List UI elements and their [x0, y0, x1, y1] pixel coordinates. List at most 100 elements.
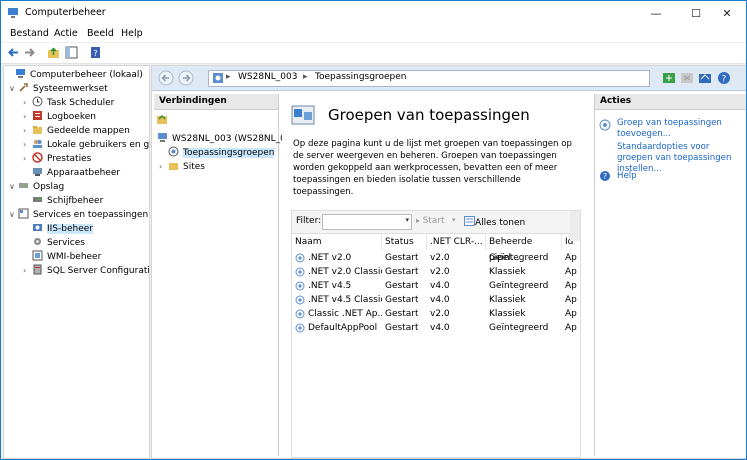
table-row[interactable]: .NET v2.0 Gestart v2.0 Geïntegreerd Ap — [292, 251, 580, 265]
back-arrow-icon[interactable] — [7, 46, 20, 59]
server-icon — [213, 73, 223, 83]
tree-node-gedeelde-mappen[interactable]: › Gedeelde mappen — [23, 124, 130, 137]
column-header-clr[interactable]: .NET CLR-... — [427, 234, 486, 250]
event-log-icon — [33, 111, 42, 120]
new-connection-icon[interactable] — [156, 113, 168, 125]
table-row[interactable]: Classic .NET Ap... Gestart v2.0 Klassiek Ap — [292, 307, 580, 321]
column-header-naam[interactable]: Naam — [292, 234, 382, 250]
crumb-separator-icon: ▸ — [226, 72, 231, 82]
breadcrumb-server[interactable]: WS28NL_003 — [238, 72, 298, 82]
home-icon[interactable] — [698, 71, 712, 85]
window-title: Computerbeheer — [25, 7, 106, 18]
help-book-icon[interactable]: ? — [89, 46, 102, 59]
app-pool-icon — [295, 281, 305, 291]
app-pools-grid: Filter: ▾ ▸ Start ▾ Alles tonen Naam Sta… — [291, 210, 581, 458]
toolbar: ? — [1, 43, 746, 64]
show-all-button[interactable]: Alles tonen — [464, 216, 525, 228]
forward-arrow-icon[interactable] — [23, 46, 36, 59]
connection-sites-node[interactable]: › Sites — [159, 160, 205, 173]
app-pool-icon — [295, 323, 305, 333]
filter-input[interactable]: ▾ — [322, 214, 412, 230]
tree-node-services-en-toepassingen[interactable]: ∨ Services en toepassingen — [9, 208, 148, 221]
app-pool-icon — [295, 267, 305, 277]
connection-app-pools-node[interactable]: Toepassingsgroepen — [168, 146, 275, 159]
app-pools-icon — [168, 146, 179, 157]
filter-bar: Filter: ▾ ▸ Start ▾ Alles tonen — [292, 211, 580, 234]
column-header-status[interactable]: Status — [382, 234, 427, 250]
tree-node-iis-beheer[interactable]: IIS-beheer — [23, 222, 93, 235]
app-pools-large-icon — [291, 105, 315, 125]
column-header-pipeline[interactable]: Beheerde pipel... — [486, 234, 562, 263]
help-circle-icon: ? — [600, 171, 610, 181]
shared-folder-icon — [33, 126, 42, 134]
tree-node-systeemwerkset[interactable]: ∨ Systeemwerkset — [9, 82, 108, 95]
back-nav-icon[interactable] — [158, 70, 174, 86]
expand-icon[interactable]: › — [159, 160, 168, 173]
start-button[interactable]: ▸ Start — [416, 216, 445, 226]
address-bar: ▸ WS28NL_003 ▸ Toepassingsgroepen ? — [152, 66, 746, 91]
breadcrumb-app-pools[interactable]: Toepassingsgroepen — [315, 72, 406, 82]
gear-icon — [34, 238, 41, 245]
chevron-down-icon[interactable]: ▾ — [405, 216, 409, 224]
up-folder-icon[interactable] — [47, 46, 60, 59]
app-pools-content: Groepen van toepassingen Op deze pagina … — [282, 94, 588, 458]
app-pool-icon — [295, 295, 305, 305]
tree-node-prestaties[interactable]: › Prestaties — [23, 152, 91, 165]
app-pool-icon — [295, 309, 305, 319]
tree-node-schijfbeheer[interactable]: Schijfbeheer — [23, 194, 103, 207]
address-box[interactable]: ▸ WS28NL_003 ▸ Toepassingsgroepen — [208, 70, 650, 87]
tree-node-logboeken[interactable]: › Logboeken — [23, 110, 96, 123]
tree-node-wmi-beheer[interactable]: WMI-beheer — [23, 250, 101, 263]
connections-pane: Verbindingen WS28NL_003 (WS28NL_003 Toep… — [154, 94, 297, 456]
tree-node-computerbeheer[interactable]: Computerbeheer (lokaal) — [6, 68, 143, 81]
show-all-icon — [464, 216, 475, 226]
page-heading: Groepen van toepassingen — [328, 106, 530, 124]
console-tree: Computerbeheer (lokaal) ∨ Systeemwerkset … — [3, 65, 150, 459]
storage-icon — [19, 183, 28, 188]
start-dropdown-icon[interactable]: ▾ — [452, 216, 456, 224]
sql-server-icon — [33, 264, 42, 275]
tree-node-services[interactable]: Services — [23, 236, 85, 249]
table-row[interactable]: .NET v4.5 Classic Gestart v4.0 Klassiek Ap — [292, 293, 580, 307]
iis-icon — [33, 224, 42, 231]
show-hide-tree-icon[interactable] — [65, 46, 78, 59]
actions-pane: Acties Groep van toepassingen toevoegen.… — [594, 94, 746, 456]
tree-node-task-scheduler[interactable]: › Task Scheduler — [23, 96, 114, 109]
minimize-button[interactable]: — — [636, 1, 676, 27]
connection-server-node[interactable]: WS28NL_003 (WS28NL_003 — [157, 132, 297, 145]
tree-node-lokale-gebruikers[interactable]: › Lokale gebruikers en gr — [23, 138, 149, 151]
add-app-pool-link[interactable]: Groep van toepassingen toevoegen... — [617, 118, 743, 140]
help-icon[interactable]: ? — [717, 71, 731, 85]
menu-beeld[interactable]: Beeld — [87, 28, 114, 39]
table-row[interactable]: .NET v4.5 Gestart v4.0 Geïntegreerd Ap — [292, 279, 580, 293]
computer-management-window: Computerbeheer — ☐ ✕ Bestand Actie Beeld… — [0, 0, 747, 460]
close-button[interactable]: ✕ — [707, 1, 746, 27]
stop-icon[interactable] — [680, 71, 694, 85]
tree-node-opslag[interactable]: ∨ Opslag — [9, 180, 64, 193]
users-icon — [33, 139, 42, 148]
menu-actie[interactable]: Actie — [54, 28, 78, 39]
no-entry-icon — [32, 152, 43, 163]
menu-bestand[interactable]: Bestand — [10, 28, 49, 39]
svg-text:?: ? — [603, 172, 607, 181]
connections-title: Verbindingen — [154, 94, 278, 110]
svg-text:?: ? — [722, 75, 727, 85]
tree-node-sql-server-configuration[interactable]: › SQL Server Configuratic — [23, 264, 149, 277]
refresh-icon[interactable] — [662, 71, 676, 85]
scrollbar[interactable] — [570, 211, 580, 241]
table-row[interactable]: DefaultAppPool Gestart v4.0 Geïntegreerd Ap — [292, 321, 580, 335]
forward-nav-icon[interactable] — [178, 70, 194, 86]
title-bar: Computerbeheer — ☐ ✕ — [1, 1, 746, 27]
menu-help[interactable]: Help — [121, 28, 143, 39]
filter-label: Filter: — [296, 216, 322, 226]
device-manager-icon — [33, 168, 42, 176]
tree-node-apparaatbeheer[interactable]: Apparaatbeheer — [23, 166, 120, 179]
computer-management-icon — [8, 8, 18, 18]
server-computer-icon — [158, 133, 167, 142]
page-description: Op deze pagina kunt u de lijst met groep… — [293, 139, 572, 197]
help-link[interactable]: Help — [617, 171, 637, 181]
table-row[interactable]: .NET v2.0 Classic Gestart v2.0 Klassiek Ap — [292, 265, 580, 279]
crumb-separator-icon: ▸ — [303, 72, 308, 82]
svg-text:?: ? — [93, 49, 97, 58]
add-pool-icon — [599, 119, 611, 131]
